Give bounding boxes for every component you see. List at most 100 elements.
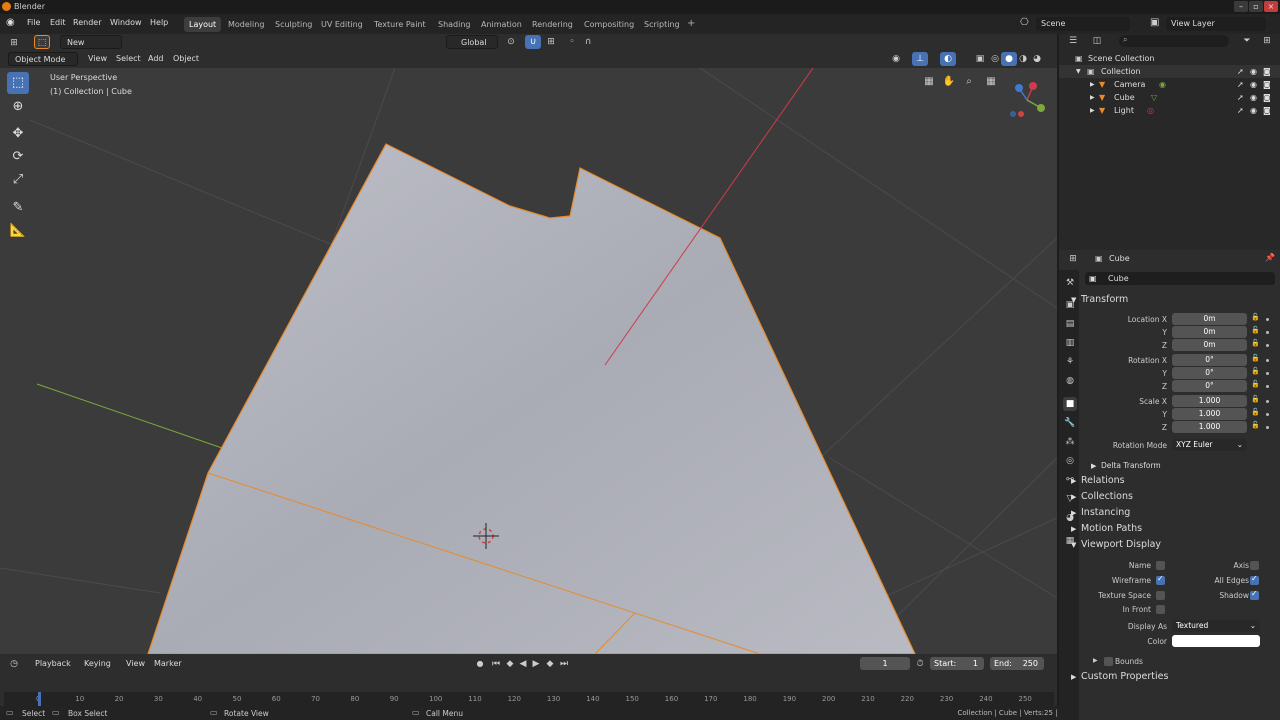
measure-tool-icon[interactable]: 📐 xyxy=(7,220,29,242)
motion-paths-panel-header[interactable]: ▶ Motion Paths xyxy=(1071,521,1142,537)
outliner-filter-icon[interactable]: ⏷ xyxy=(1239,34,1255,48)
eye-icon[interactable]: ◉ xyxy=(1250,65,1257,78)
outliner-scene-collection[interactable]: ▣ Scene Collection xyxy=(1059,52,1280,65)
object-tab-icon[interactable]: ■ xyxy=(1063,397,1077,411)
menu-edit[interactable]: Edit xyxy=(50,18,66,27)
modifier-tab-icon[interactable]: 🔧 xyxy=(1063,416,1077,430)
snap-options-icon[interactable]: ⊞ xyxy=(543,35,559,49)
start-frame-field[interactable]: Start: 1 xyxy=(930,657,984,670)
viewport-display-panel-header[interactable]: ▼ Viewport Display xyxy=(1071,537,1161,553)
shadow-checkbox[interactable] xyxy=(1250,589,1259,600)
scene-field[interactable]: Scene xyxy=(1036,17,1130,31)
outliner-collection[interactable]: ▼ ▣ Collection ➚ ◉ ◙ xyxy=(1059,65,1280,78)
tab-uv-editing[interactable]: UV Editing xyxy=(316,17,368,32)
outliner-item-camera[interactable]: ▶ ▼ Camera ◉ ➚ ◉ ◙ xyxy=(1059,78,1280,91)
tab-animation[interactable]: Animation xyxy=(476,17,527,32)
new-dropdown[interactable]: New xyxy=(60,35,122,49)
in-front-checkbox[interactable] xyxy=(1156,605,1165,614)
menu-help[interactable]: Help xyxy=(150,18,168,27)
3d-viewport[interactable]: User Perspective (1) Collection | Cube ▦… xyxy=(0,68,1057,654)
blender-menu-icon[interactable]: ◉ xyxy=(6,17,15,28)
lock-icon[interactable]: 🔓 xyxy=(1251,313,1260,321)
transform-panel-header[interactable]: ▼ Transform xyxy=(1071,292,1128,308)
annotate-tool-icon[interactable]: ✎ xyxy=(7,197,29,219)
scale-z-field[interactable]: 1.000 xyxy=(1172,421,1247,433)
display-as-dropdown[interactable]: Textured ⌄ xyxy=(1172,620,1260,632)
select-tool-icon[interactable]: ⬚ xyxy=(34,35,50,49)
camera-view-icon[interactable]: ▦ xyxy=(921,76,937,92)
collections-panel-header[interactable]: ▶ Collections xyxy=(1071,489,1133,505)
keyframe-dot-icon[interactable] xyxy=(1266,331,1269,334)
select-arrow-icon[interactable]: ➚ xyxy=(1237,78,1244,91)
falloff-icon[interactable]: ∩ xyxy=(580,35,596,49)
keyframe-dot-icon[interactable] xyxy=(1266,359,1269,362)
zoom-icon[interactable]: ⌕ xyxy=(961,76,977,92)
editor-type-icon[interactable]: ⊞ xyxy=(6,36,22,50)
camera-render-icon[interactable]: ◙ xyxy=(1263,91,1271,104)
texture-space-checkbox[interactable] xyxy=(1156,591,1165,600)
keyframe-dot-icon[interactable] xyxy=(1266,344,1269,347)
scene-tab-icon[interactable]: ⚘ xyxy=(1063,355,1077,369)
keyframe-dot-icon[interactable] xyxy=(1266,372,1269,375)
maximize-button[interactable]: ▫ xyxy=(1249,1,1263,12)
menu-render[interactable]: Render xyxy=(73,18,101,27)
rotation-z-field[interactable]: 0° xyxy=(1172,380,1247,392)
view-layer-field[interactable]: View Layer xyxy=(1166,17,1266,31)
navigation-gizmo-icon[interactable] xyxy=(1005,78,1051,124)
minimize-button[interactable]: – xyxy=(1234,1,1248,12)
rotate-tool-icon[interactable]: ⟳ xyxy=(7,146,29,168)
proportional-edit-icon[interactable]: ◦ xyxy=(564,35,580,49)
name-checkbox[interactable] xyxy=(1156,561,1165,570)
lock-icon[interactable]: 🔓 xyxy=(1251,326,1260,334)
bounds-checkbox[interactable] xyxy=(1104,657,1113,666)
view-layer-tab-icon[interactable]: ▥ xyxy=(1063,336,1077,350)
menu-select[interactable]: Select xyxy=(116,52,141,66)
lock-icon[interactable]: 🔓 xyxy=(1251,339,1260,347)
outliner-editor-icon[interactable]: ☰ xyxy=(1065,34,1081,48)
tab-shading[interactable]: Shading xyxy=(433,17,476,32)
visibility-icon[interactable]: ◉ xyxy=(888,52,904,66)
physics-tab-icon[interactable]: ◎ xyxy=(1063,454,1077,468)
location-x-field[interactable]: 0m xyxy=(1172,313,1247,325)
timeline-menu-marker[interactable]: Marker xyxy=(154,657,182,671)
particles-tab-icon[interactable]: ⁂ xyxy=(1063,435,1077,449)
jump-end-icon[interactable]: ⏭ xyxy=(556,657,572,671)
outliner-display-mode-icon[interactable]: ◫ xyxy=(1089,34,1105,48)
rotation-x-field[interactable]: 0° xyxy=(1172,354,1247,366)
timeline-editor-icon[interactable]: ◷ xyxy=(6,657,22,671)
select-arrow-icon[interactable]: ➚ xyxy=(1237,104,1244,117)
hand-pan-icon[interactable]: ✋ xyxy=(941,76,957,92)
add-workspace-icon[interactable]: + xyxy=(687,18,695,29)
keyframe-dot-icon[interactable] xyxy=(1266,318,1269,321)
pivot-icon[interactable]: ⊙ xyxy=(503,35,519,49)
lock-icon[interactable]: 🔓 xyxy=(1251,395,1260,403)
tab-sculpting[interactable]: Sculpting xyxy=(270,17,317,32)
keyframe-dot-icon[interactable] xyxy=(1266,426,1269,429)
wireframe-checkbox[interactable] xyxy=(1156,574,1165,585)
overlay-icon[interactable]: ◐ xyxy=(940,52,956,66)
location-z-field[interactable]: 0m xyxy=(1172,339,1247,351)
timeline-menu-view[interactable]: View xyxy=(126,657,145,671)
tab-texture-paint[interactable]: Texture Paint xyxy=(369,17,431,32)
menu-add[interactable]: Add xyxy=(148,52,164,66)
snap-icon[interactable]: ∪ xyxy=(525,35,541,49)
rotation-mode-dropdown[interactable]: XYZ Euler ⌄ xyxy=(1172,439,1247,451)
lock-icon[interactable]: 🔓 xyxy=(1251,421,1260,429)
gizmo-icon[interactable]: ⊥ xyxy=(912,52,928,66)
object-name-field[interactable]: ▣ Cube xyxy=(1085,272,1275,285)
select-arrow-icon[interactable]: ➚ xyxy=(1237,65,1244,78)
outliner-item-light[interactable]: ▶ ▼ Light ◎ ➚ ◉ ◙ xyxy=(1059,104,1280,117)
menu-window[interactable]: Window xyxy=(110,18,142,27)
keyframe-dot-icon[interactable] xyxy=(1266,400,1269,403)
all-edges-checkbox[interactable] xyxy=(1250,574,1259,585)
outliner-search-input[interactable]: ⌕ xyxy=(1119,35,1229,47)
camera-render-icon[interactable]: ◙ xyxy=(1263,104,1271,117)
tab-rendering[interactable]: Rendering xyxy=(527,17,578,32)
select-arrow-icon[interactable]: ➚ xyxy=(1237,91,1244,104)
output-tab-icon[interactable]: ▤ xyxy=(1063,317,1077,331)
lock-icon[interactable]: 🔓 xyxy=(1251,367,1260,375)
color-swatch[interactable] xyxy=(1172,635,1260,647)
lock-icon[interactable]: 🔓 xyxy=(1251,380,1260,388)
scene-icon[interactable]: ⎔ xyxy=(1020,17,1029,28)
camera-render-icon[interactable]: ◙ xyxy=(1263,78,1271,91)
